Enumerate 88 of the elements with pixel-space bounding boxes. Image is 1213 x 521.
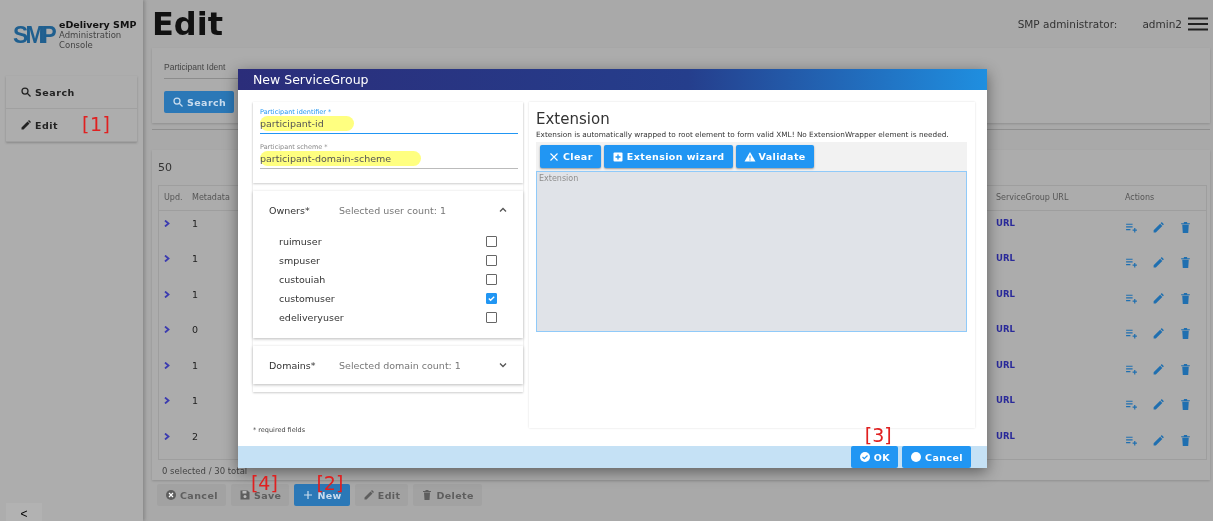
check-circle-icon xyxy=(858,451,871,463)
user-role-label: SMP administrator: xyxy=(1017,18,1118,30)
caret-icon xyxy=(498,360,508,370)
trash-icon[interactable] xyxy=(1179,256,1192,269)
url-link[interactable]: URL xyxy=(996,359,1015,370)
pencil-icon[interactable] xyxy=(1152,256,1165,269)
logo-mark: SMP xyxy=(13,21,54,49)
collapse-button[interactable]: < xyxy=(6,503,42,521)
page-title: Edit xyxy=(152,5,224,43)
url-link[interactable]: URL xyxy=(996,430,1015,441)
app-subtitle: Administration Console xyxy=(59,30,123,50)
toolbar-button[interactable]: Clear xyxy=(540,145,601,168)
annotation-label: [3] xyxy=(864,426,892,445)
panel-header[interactable]: Domains* Selected domain count: 1 xyxy=(261,346,515,384)
checkbox[interactable] xyxy=(486,293,497,304)
pencil-icon[interactable] xyxy=(1152,220,1165,234)
table-cell: 1 xyxy=(192,217,199,229)
trash-icon[interactable] xyxy=(1179,327,1192,340)
table-cell: 1 xyxy=(192,288,199,300)
add-list-icon[interactable] xyxy=(1125,398,1138,411)
column-header: Upd. xyxy=(159,185,187,211)
chevron-icon[interactable] xyxy=(164,290,170,298)
checkbox[interactable] xyxy=(486,312,497,323)
user-name: customuser xyxy=(279,293,336,304)
annotation-label: [1] xyxy=(82,115,111,134)
pencil-icon[interactable] xyxy=(1152,327,1165,340)
dialog-button[interactable]: Cancel xyxy=(902,446,971,468)
trash-icon[interactable] xyxy=(1179,362,1192,376)
toolbar-button[interactable]: Validate xyxy=(735,145,814,168)
add-list-icon[interactable] xyxy=(1125,327,1138,340)
chevron-icon[interactable] xyxy=(164,255,170,262)
section-title: Extension xyxy=(536,110,611,128)
checkbox[interactable] xyxy=(486,255,497,266)
extension-textarea[interactable]: Extension xyxy=(536,171,967,332)
user-name: ruimuser xyxy=(279,236,323,247)
trash-icon[interactable] xyxy=(1179,291,1192,305)
app-name: eDelivery SMP xyxy=(59,20,138,30)
user-name: admin2 xyxy=(1142,18,1182,30)
menu-icon[interactable] xyxy=(1188,17,1208,31)
table-cell: 2 xyxy=(192,430,199,442)
pencil-icon[interactable] xyxy=(1152,291,1165,305)
user-name: edeliveryuser xyxy=(279,312,345,323)
pencil-icon xyxy=(362,489,375,501)
url-link[interactable]: URL xyxy=(996,253,1015,263)
plus-icon xyxy=(302,489,315,501)
chevron-icon[interactable] xyxy=(164,326,170,333)
chevron-icon[interactable] xyxy=(164,219,170,227)
caret-icon xyxy=(498,205,508,215)
chevron-icon[interactable] xyxy=(164,397,170,404)
chevron-icon[interactable] xyxy=(164,432,170,440)
checkbox[interactable] xyxy=(486,236,497,247)
close-icon xyxy=(548,150,560,163)
table-cell: 1 xyxy=(192,395,199,406)
selection-count: 0 selected / 30 total xyxy=(161,465,248,476)
pencil-icon[interactable] xyxy=(1152,398,1165,411)
pencil-icon xyxy=(20,119,32,131)
chevron-icon[interactable] xyxy=(164,361,170,369)
table-cell: 1 xyxy=(192,253,199,264)
trash-icon[interactable] xyxy=(1179,433,1192,447)
pencil-icon[interactable] xyxy=(1152,362,1165,376)
sidebar-item[interactable]: Edit [1] xyxy=(6,109,137,142)
table-cell: 1 xyxy=(192,359,199,371)
add-list-icon[interactable] xyxy=(1125,256,1138,269)
sidebar-item[interactable]: Search xyxy=(6,76,137,109)
column-header: Actions xyxy=(1120,185,1206,211)
column-header: ServiceGroup URL xyxy=(988,185,1120,211)
url-link[interactable]: URL xyxy=(996,324,1015,334)
search-button[interactable]: Search xyxy=(164,91,235,113)
toolbar-button[interactable]: Extension wizard xyxy=(603,145,733,168)
warning-icon xyxy=(743,150,756,163)
page-size[interactable]: 50 xyxy=(158,160,172,174)
search-icon xyxy=(172,96,184,108)
pencil-icon[interactable] xyxy=(1152,433,1165,447)
plus-box-icon xyxy=(611,150,624,163)
table-cell: 0 xyxy=(192,324,199,335)
search-icon xyxy=(20,86,32,98)
user-name: smpuser xyxy=(279,255,321,266)
trash-icon[interactable] xyxy=(1179,220,1192,234)
url-link[interactable]: URL xyxy=(996,395,1015,405)
url-link[interactable]: URL xyxy=(996,288,1015,299)
floppy-icon xyxy=(238,489,251,501)
url-link[interactable]: URL xyxy=(996,217,1015,228)
user-name: custouiah xyxy=(279,274,327,285)
dialog-button[interactable]: OK xyxy=(850,446,899,468)
trash-icon xyxy=(421,489,434,501)
dialog-title: New ServiceGroup xyxy=(238,69,987,90)
checkbox[interactable] xyxy=(486,274,497,285)
trash-icon[interactable] xyxy=(1179,398,1192,411)
